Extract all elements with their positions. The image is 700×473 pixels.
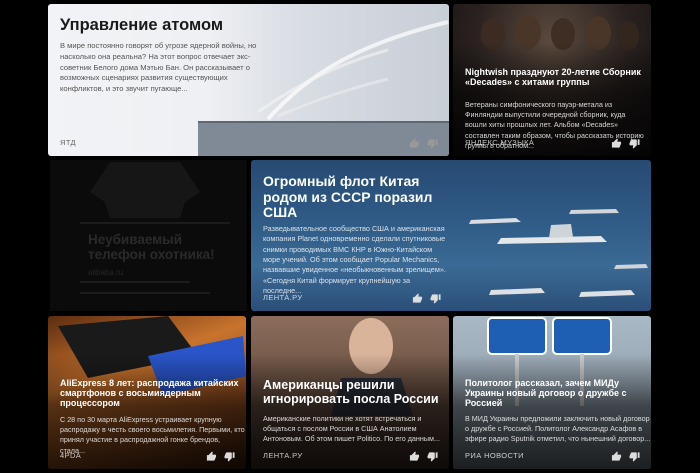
thumb-up-icon[interactable] bbox=[611, 138, 622, 149]
thumb-down-icon[interactable] bbox=[224, 451, 235, 462]
news-card-ukraine[interactable]: Политолог рассказал, зачем МИДу Украины … bbox=[453, 316, 651, 469]
card-description: Разведывательное сообщество США и америк… bbox=[263, 224, 446, 296]
card-title: Политолог рассказал, зачем МИДу Украины … bbox=[465, 378, 627, 409]
thumb-down-icon[interactable] bbox=[430, 293, 441, 304]
card-title: Nightwish празднуют 20-летие Сборник «De… bbox=[465, 67, 641, 88]
news-card-china-fleet[interactable]: Огромный флот Китая родом из СССР порази… bbox=[251, 160, 651, 311]
card-description: С 28 по 30 марта AliExpress устраивает к… bbox=[60, 415, 245, 455]
ad-domain: alibaba.ru bbox=[88, 268, 124, 277]
card-title: Американцы решили игнорировать посла Рос… bbox=[263, 378, 439, 406]
news-card-ambassador[interactable]: Американцы решили игнорировать посла Рос… bbox=[251, 316, 449, 469]
card-description: В МИД Украины предложили заключить новый… bbox=[465, 414, 651, 444]
thumb-up-icon[interactable] bbox=[206, 451, 217, 462]
thumb-down-icon[interactable] bbox=[427, 451, 438, 462]
ad-placeholder[interactable]: Неубиваемый телефон охотника! alibaba.ru bbox=[50, 160, 247, 311]
card-source[interactable]: ЯНДЕКС.МУЗЫКА bbox=[465, 138, 534, 147]
thumb-down-icon[interactable] bbox=[427, 138, 438, 149]
card-description: Американские политики не хотят встречать… bbox=[263, 414, 440, 444]
ad-title: Неубиваемый телефон охотника! bbox=[88, 232, 215, 262]
card-title: AliExpress 8 лет: распродажа китайских с… bbox=[60, 378, 239, 409]
thumb-down-icon[interactable] bbox=[629, 451, 640, 462]
card-source[interactable]: 4PDA bbox=[60, 451, 81, 460]
thumb-down-icon[interactable] bbox=[629, 138, 640, 149]
thumb-up-icon[interactable] bbox=[409, 451, 420, 462]
thumb-up-icon[interactable] bbox=[409, 138, 420, 149]
shirt-image bbox=[90, 162, 200, 218]
card-source[interactable]: РИА НОВОСТИ bbox=[465, 451, 524, 460]
card-source[interactable]: ЛЕНТА.РУ bbox=[263, 293, 303, 302]
card-source[interactable]: ЛЕНТА.РУ bbox=[263, 451, 303, 460]
fleet-image bbox=[469, 209, 648, 297]
thumb-up-icon[interactable] bbox=[412, 293, 423, 304]
card-title: Управление атомом bbox=[60, 16, 224, 34]
card-description: В мире постоянно говорят об угрозе ядерн… bbox=[60, 41, 257, 94]
thumb-up-icon[interactable] bbox=[611, 451, 622, 462]
card-source[interactable]: ЯТД bbox=[60, 138, 76, 147]
news-card-atom[interactable]: Управление атомом В мире постоянно говор… bbox=[48, 4, 449, 156]
card-title: Огромный флот Китая родом из СССР порази… bbox=[263, 173, 433, 221]
news-card-aliexpress[interactable]: AliExpress 8 лет: распродажа китайских с… bbox=[48, 316, 246, 469]
news-card-nightwish[interactable]: Nightwish празднуют 20-летие Сборник «De… bbox=[453, 4, 651, 156]
